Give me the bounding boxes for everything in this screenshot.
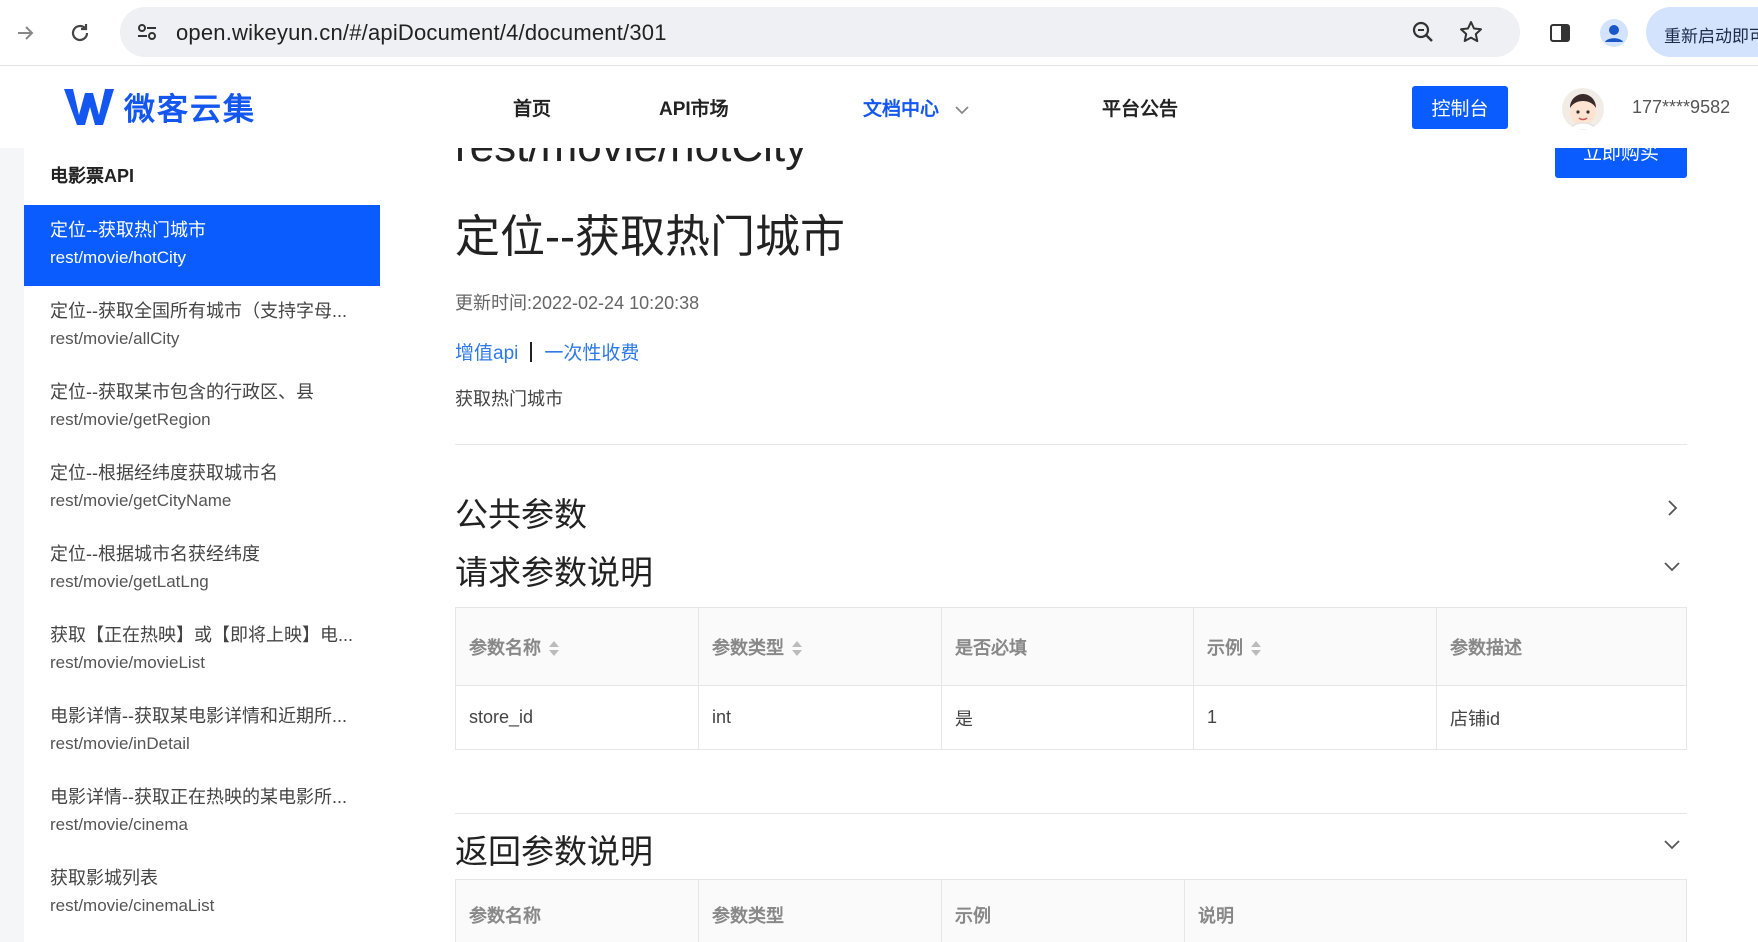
sidebar-item-title: 定位--根据城市名获经纬度 <box>50 544 260 564</box>
zoom-icon[interactable] <box>1410 19 1436 45</box>
browser-toolbar: open.wikeyun.cn/#/apiDocument/4/document… <box>0 0 1758 66</box>
update-time: 更新时间:2022-02-24 10:20:38 <box>455 293 700 313</box>
sidebar-item-path: rest/movie/allCity <box>50 329 180 348</box>
section-public-params[interactable]: 公共参数 <box>455 488 587 536</box>
buy-now-button[interactable]: 立即购买 <box>1555 148 1687 178</box>
url-text[interactable]: open.wikeyun.cn/#/apiDocument/4/document… <box>176 20 667 46</box>
sidebar-item-in-detail[interactable]: 电影详情--获取某电影详情和近期所... rest/movie/inDetail <box>24 691 380 772</box>
restart-update-button[interactable]: 重新启动即可更新 <box>1646 7 1758 57</box>
sidebar-item-path: rest/movie/getCityName <box>50 491 232 510</box>
divider <box>455 444 1687 445</box>
table-cell: 是 <box>941 685 1194 750</box>
sidebar-item-cinema[interactable]: 电影详情--获取正在热映的某电影所... rest/movie/cinema <box>24 772 380 853</box>
table-header[interactable]: 参数类型 <box>698 607 942 686</box>
avatar[interactable] <box>1562 88 1604 130</box>
profile-icon[interactable] <box>1594 13 1634 53</box>
console-button[interactable]: 控制台 <box>1412 86 1508 129</box>
bookmark-star-icon[interactable] <box>1458 19 1484 45</box>
sidebar-item-title: 定位--获取全国所有城市（支持字母... <box>50 301 347 321</box>
chevron-down-icon[interactable] <box>1660 554 1684 578</box>
nav-home[interactable]: 首页 <box>513 94 551 121</box>
sidebar-item-path: rest/movie/cinema <box>50 815 188 834</box>
sidebar-item-path: rest/movie/movieList <box>50 653 205 672</box>
sidebar-item-title: 定位--获取热门城市 <box>50 220 206 240</box>
user-phone[interactable]: 177****9582 <box>1632 97 1730 118</box>
doc-content: rest/movie/hotCity 立即购买 定位--获取热门城市 更新时间:… <box>380 148 1758 942</box>
response-params-table: 参数名称 参数类型 示例 说明 <box>455 879 1687 942</box>
tag-one-time-fee[interactable]: 一次性收费 <box>544 338 639 365</box>
sidebar-item-get-city-name[interactable]: 定位--根据经纬度获取城市名 rest/movie/getCityName <box>24 448 380 529</box>
sidebar-item-path: rest/movie/getRegion <box>50 410 211 429</box>
site-settings-icon[interactable] <box>134 19 160 45</box>
api-sidebar: 电影票API 定位--获取热门城市 rest/movie/hotCity 定位-… <box>24 148 380 942</box>
table-cell: 店铺id <box>1436 685 1687 750</box>
table-header[interactable]: 参数名称 <box>455 607 699 686</box>
table-row: store_id int 是 1 店铺id <box>455 685 1687 750</box>
sidebar-item-title: 获取影城列表 <box>50 868 158 888</box>
site-header: 微客云集 首页 API市场 文档中心 平台公告 控制台 177****9582 <box>0 66 1758 148</box>
table-cell: store_id <box>455 685 699 750</box>
sidebar-item-path: rest/movie/cinemaList <box>50 896 215 915</box>
api-path-heading: rest/movie/hotCity <box>455 148 807 172</box>
sidebar-item-movie-list[interactable]: 获取【正在热映】或【即将上映】电... rest/movie/movieList <box>24 610 380 691</box>
tag-separator <box>530 341 533 362</box>
side-panel-icon[interactable] <box>1540 13 1580 53</box>
table-cell: int <box>698 685 942 750</box>
api-tags: 增值api 一次性收费 <box>455 338 639 365</box>
logo-mark-icon <box>64 88 114 125</box>
sidebar-item-title: 获取【正在热映】或【即将上映】电... <box>50 625 354 645</box>
sidebar-item-get-region[interactable]: 定位--获取某市包含的行政区、县 rest/movie/getRegion <box>24 367 380 448</box>
site-logo[interactable]: 微客云集 <box>62 84 256 129</box>
sidebar-item-cinema-list[interactable]: 获取影城列表 rest/movie/cinemaList <box>24 853 380 934</box>
forward-icon[interactable] <box>6 13 46 53</box>
table-header: 说明 <box>1184 879 1687 942</box>
nav-docs-center[interactable]: 文档中心 <box>863 94 970 121</box>
sidebar-title: 电影票API <box>50 166 135 186</box>
sidebar-item-all-city[interactable]: 定位--获取全国所有城市（支持字母... rest/movie/allCity <box>24 286 380 367</box>
section-request-params[interactable]: 请求参数说明 <box>455 546 653 594</box>
sidebar-item-path: rest/movie/inDetail <box>50 734 190 753</box>
chevron-down-icon[interactable] <box>1660 832 1684 856</box>
sidebar-item-title: 定位--根据经纬度获取城市名 <box>50 463 278 483</box>
sidebar-item-hot-city[interactable]: 定位--获取热门城市 rest/movie/hotCity <box>24 205 380 286</box>
section-response-params[interactable]: 返回参数说明 <box>455 825 653 873</box>
sidebar-item-title: 电影详情--获取某电影详情和近期所... <box>50 706 347 726</box>
table-header: 示例 <box>941 879 1185 942</box>
nav-api-market[interactable]: API市场 <box>659 94 729 121</box>
nav-platform-notice[interactable]: 平台公告 <box>1102 94 1178 121</box>
logo-text: 微客云集 <box>124 92 256 127</box>
sort-icon[interactable] <box>792 640 802 658</box>
table-header: 参数类型 <box>698 879 942 942</box>
reload-icon[interactable] <box>60 13 100 53</box>
table-header: 参数名称 <box>455 879 699 942</box>
request-params-table: 参数名称 参数类型 是否必填 示例 参数描述 store_id int 是 1 … <box>455 607 1687 750</box>
sidebar-item-path: rest/movie/hotCity <box>50 248 187 267</box>
sidebar-item-title: 定位--获取某市包含的行政区、县 <box>50 382 314 402</box>
tag-value-added[interactable]: 增值api <box>455 338 518 365</box>
table-cell: 1 <box>1193 685 1437 750</box>
nav-docs-center-label: 文档中心 <box>863 99 940 120</box>
table-header: 是否必填 <box>941 607 1194 686</box>
address-bar[interactable]: open.wikeyun.cn/#/apiDocument/4/document… <box>120 7 1520 57</box>
sort-icon[interactable] <box>549 640 559 658</box>
page-title: 定位--获取热门城市 <box>455 211 845 262</box>
chevron-down-icon <box>955 106 969 115</box>
api-description: 获取热门城市 <box>455 389 563 409</box>
chevron-right-icon[interactable] <box>1660 496 1684 520</box>
table-header: 参数描述 <box>1436 607 1687 686</box>
table-header[interactable]: 示例 <box>1193 607 1437 686</box>
sidebar-item-path: rest/movie/getLatLng <box>50 572 209 591</box>
sidebar-item-get-lat-lng[interactable]: 定位--根据城市名获经纬度 rest/movie/getLatLng <box>24 529 380 610</box>
divider <box>455 813 1687 814</box>
sidebar-item-title: 电影详情--获取正在热映的某电影所... <box>50 787 347 807</box>
sort-icon[interactable] <box>1251 640 1261 658</box>
